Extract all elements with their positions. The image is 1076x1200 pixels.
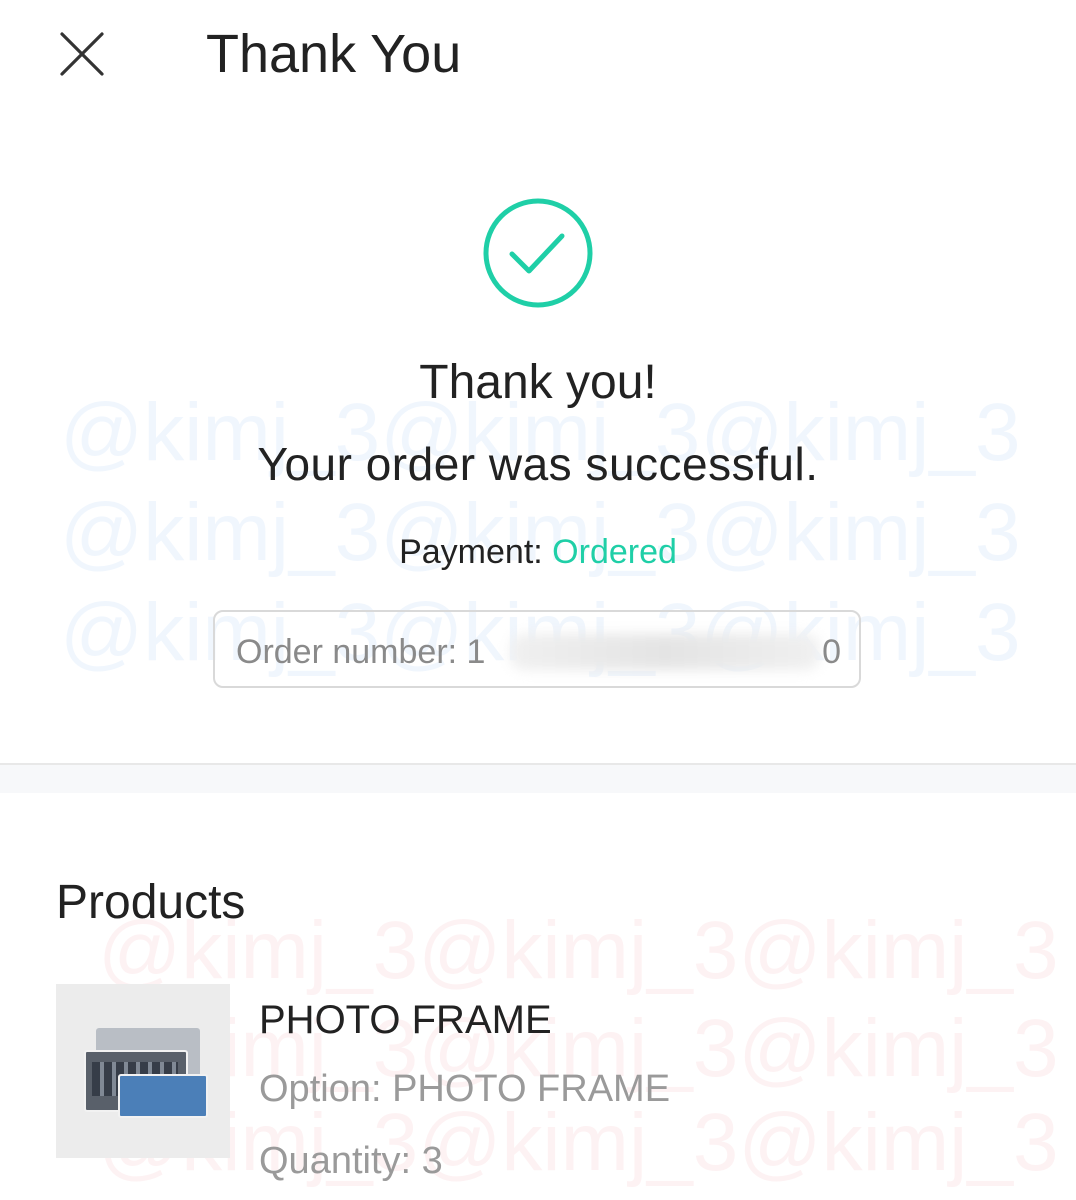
close-button[interactable]: [56, 28, 108, 80]
check-circle-icon: [483, 198, 593, 308]
close-icon: [60, 32, 104, 76]
products-heading: Products: [56, 876, 246, 929]
thumbnail-card-third: [118, 1074, 208, 1118]
thank-you-heading: Thank you!: [419, 356, 657, 409]
product-option: Option: PHOTO FRAME: [259, 1068, 671, 1110]
payment-status-value: Ordered: [552, 533, 677, 571]
header-bar: Thank You: [0, 0, 1076, 110]
section-divider: [0, 763, 1076, 793]
order-number-box[interactable]: Order number: 1 0: [213, 610, 861, 688]
order-number-tail: 0: [822, 633, 841, 671]
order-number-redacted: [510, 634, 820, 670]
payment-label: Payment:: [399, 533, 553, 571]
payment-status: Payment: Ordered: [0, 530, 1076, 574]
product-thumbnail[interactable]: [56, 984, 230, 1158]
page-title: Thank You: [206, 24, 462, 84]
success-check: [481, 196, 595, 310]
product-name[interactable]: PHOTO FRAME: [259, 996, 552, 1044]
product-quantity: Quantity: 3: [259, 1140, 443, 1182]
order-success-message: Your order was successful.: [257, 438, 819, 490]
order-number-label: Order number: 1: [236, 633, 486, 671]
